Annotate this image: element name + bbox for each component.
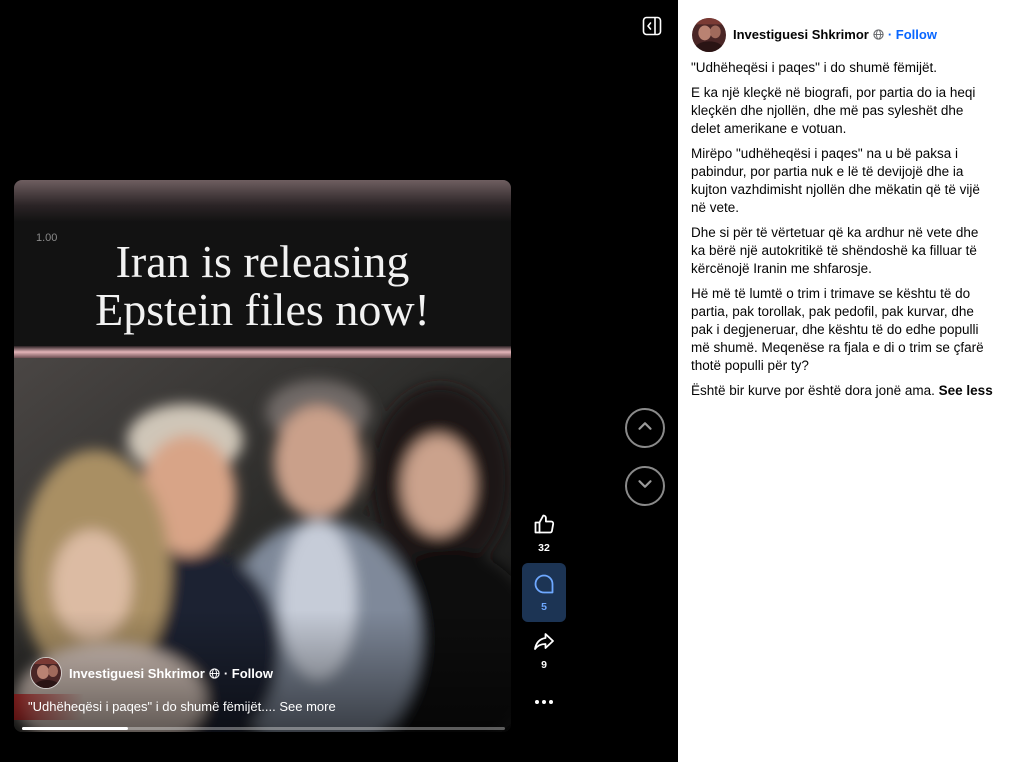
share-button[interactable]: 9 [522,630,566,672]
chevron-up-icon [634,415,656,442]
video-author: Investiguesi Shkrimor · Follow [69,665,273,681]
avatar[interactable] [30,657,62,689]
post-paragraph: "Udhëheqësi i paqes" i do shumë fëmijët. [691,60,937,75]
like-count: 32 [538,542,550,554]
post-paragraph: E ka një kleçkë në biografi, por partia … [691,85,976,136]
post-paragraph: Mirëpo "udhëheqësi i paqes" na u bë paks… [691,146,980,215]
post-panel: Investiguesi Shkrimor · Follow "Udhëheqë… [678,0,1024,762]
post-paragraph-last: Është bir kurve por është dora jonë ama.… [691,382,993,400]
video-headline-line: Epstein files now! [95,284,430,335]
video-caption: "Udhëheqësi i paqes" i do shumë fëmijët.… [28,698,336,716]
post-author: Investiguesi Shkrimor · Follow [733,26,937,42]
post-paragraph: Hë më të lumtë o trim i trimave se kësht… [691,286,984,373]
video-headline-line: Iran is releasing [115,236,410,287]
see-more-link[interactable]: See more [279,699,335,714]
reel-viewer: 1.00 Iran is releasing Epstein files now… [0,0,678,762]
post-text: "Udhëheqësi i paqes" i do shumë fëmijët.… [691,59,993,407]
post-last-line: Është bir kurve por është dora jonë ama. [691,383,935,398]
avatar[interactable] [692,18,726,52]
globe-icon [209,667,220,679]
progress-fill [22,727,129,730]
video-headline: Iran is releasing Epstein files now! [14,238,511,334]
progress-bar[interactable] [22,727,505,730]
next-reel-button[interactable] [625,466,665,506]
chevron-down-icon [634,473,656,500]
author-name-link[interactable]: Investiguesi Shkrimor [733,27,869,42]
share-count: 9 [541,659,547,671]
see-less-link[interactable]: See less [939,383,993,398]
caption-text: "Udhëheqësi i paqes" i do shumë fëmijët.… [28,699,276,714]
comment-button[interactable]: 5 [522,563,566,622]
like-button[interactable]: 32 [522,512,566,554]
video-frame-divider [14,346,511,358]
follow-button[interactable]: · Follow [888,27,937,42]
author-name-link[interactable]: Investiguesi Shkrimor [69,666,205,681]
globe-icon [873,28,884,40]
share-icon [532,630,556,654]
follow-button[interactable]: · Follow [224,666,273,681]
video-frame-top [14,180,511,222]
reel-video[interactable]: 1.00 Iran is releasing Epstein files now… [14,180,511,732]
previous-reel-button[interactable] [625,408,665,448]
sidebar-toggle-icon[interactable] [642,16,662,36]
thumbs-up-icon [532,512,556,536]
post-paragraph: Dhe si për të vërtetuar që ka ardhur në … [691,225,979,276]
comment-count: 5 [541,601,547,613]
more-options-button[interactable] [522,694,566,710]
more-options-icon [532,697,556,714]
comment-icon [532,572,556,596]
